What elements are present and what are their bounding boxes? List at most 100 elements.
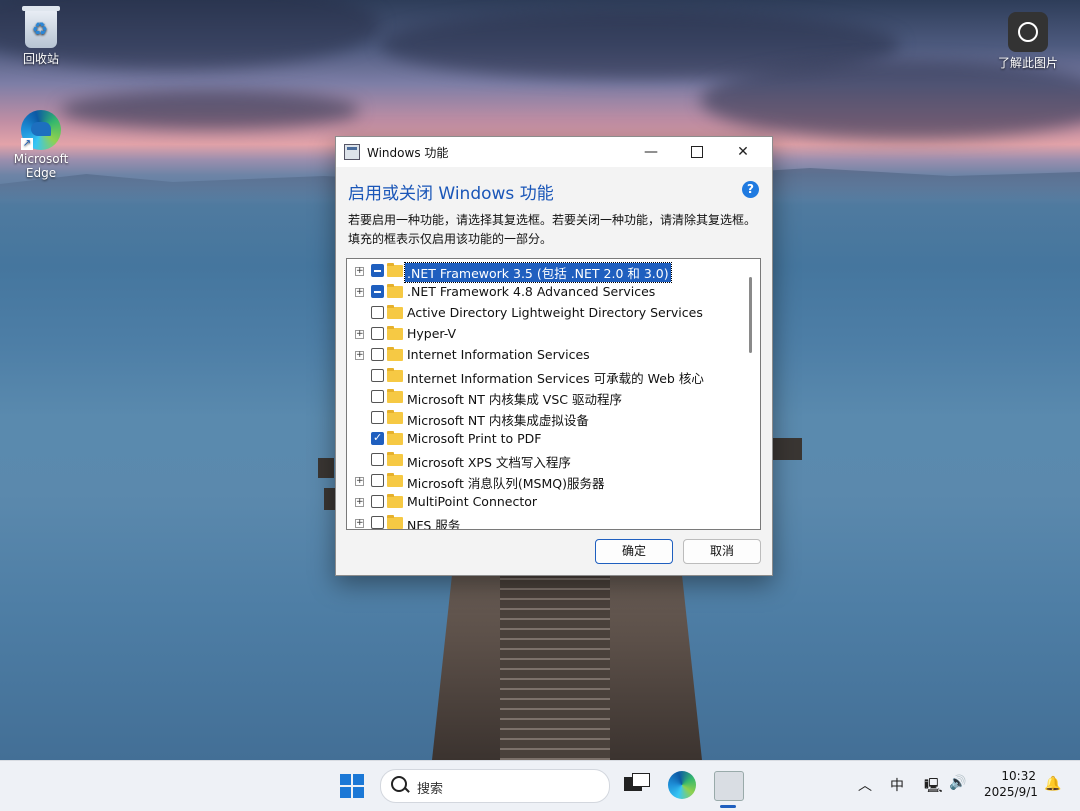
task-view-icon[interactable] (622, 771, 650, 799)
feature-row[interactable]: + Microsoft 消息队列(MSMQ)服务器 (347, 471, 745, 492)
cancel-button[interactable]: 取消 (683, 539, 761, 564)
feature-row[interactable]: Internet Information Services 可承载的 Web 核… (347, 366, 745, 387)
scrollbar-thumb[interactable] (749, 277, 752, 353)
learn-picture-icon (1008, 12, 1048, 52)
window-title: Windows 功能 (367, 146, 449, 160)
maximize-button[interactable] (674, 137, 720, 167)
cloud (60, 90, 360, 130)
feature-row[interactable]: Active Directory Lightweight Directory S… (347, 303, 745, 324)
feature-row[interactable]: Microsoft NT 内核集成 VSC 驱动程序 (347, 387, 745, 408)
clock-date: 2025/9/1 (984, 785, 1038, 799)
folder-icon (387, 389, 403, 403)
feature-row[interactable]: + Hyper-V (347, 324, 745, 345)
expand-icon[interactable]: + (355, 267, 364, 276)
windows-features-icon (344, 144, 360, 160)
feature-row[interactable]: + NFS 服务 (347, 513, 745, 530)
expand-icon[interactable]: + (355, 330, 364, 339)
title-bar[interactable]: Windows 功能 — ✕ (336, 137, 772, 167)
minimize-icon: — (644, 144, 658, 160)
feature-checkbox[interactable] (371, 369, 384, 382)
help-icon[interactable]: ? (742, 181, 759, 198)
folder-icon (387, 473, 403, 487)
feature-label: Active Directory Lightweight Directory S… (407, 305, 703, 320)
feature-checkbox[interactable] (371, 474, 384, 487)
feature-checkbox[interactable] (371, 516, 384, 529)
folder-icon (387, 263, 403, 277)
edge-icon: ↗ (21, 110, 61, 150)
feature-checkbox[interactable] (371, 285, 384, 298)
close-icon: ✕ (737, 144, 749, 160)
folder-icon (387, 494, 403, 508)
notification-icon[interactable]: 🔔 (1044, 776, 1061, 792)
desktop-icon-label: 了解此图片 (997, 56, 1058, 70)
volume-icon[interactable]: 🔊 (949, 775, 966, 791)
feature-checkbox[interactable] (371, 348, 384, 361)
folder-icon (387, 347, 403, 361)
pier-post (318, 458, 334, 478)
expand-icon[interactable]: + (355, 351, 364, 360)
input-method-indicator[interactable]: 中 (890, 775, 904, 795)
taskbar-search[interactable]: 搜索 (380, 769, 610, 803)
feature-checkbox[interactable] (371, 390, 384, 403)
show-hidden-icons-button[interactable]: ︿ (858, 775, 872, 795)
feature-label: Microsoft Print to PDF (407, 431, 542, 446)
search-icon (391, 776, 407, 792)
feature-row[interactable]: + .NET Framework 3.5 (包括 .NET 2.0 和 3.0) (347, 261, 745, 283)
active-app-indicator (720, 805, 736, 808)
feature-tree[interactable]: + .NET Framework 3.5 (包括 .NET 2.0 和 3.0) +… (346, 258, 761, 530)
feature-label: Microsoft XPS 文档写入程序 (407, 455, 571, 470)
folder-icon (387, 410, 403, 424)
ok-button[interactable]: 确定 (595, 539, 673, 564)
edge-taskbar-icon[interactable] (668, 771, 696, 799)
feature-row[interactable]: + .NET Framework 4.8 Advanced Services (347, 282, 745, 303)
feature-label: .NET Framework 3.5 (包括 .NET 2.0 和 3.0) (404, 262, 672, 283)
desktop-icon-label: Microsoft Edge (13, 152, 69, 180)
feature-row[interactable]: Microsoft Print to PDF (347, 429, 745, 450)
folder-icon (387, 431, 403, 445)
feature-label: Internet Information Services (407, 347, 590, 362)
feature-row[interactable]: + MultiPoint Connector (347, 492, 745, 513)
desktop-icon-learn-about-picture[interactable]: 了解此图片 (991, 12, 1065, 71)
windows-features-taskbar-icon[interactable] (714, 771, 744, 801)
feature-label: NFS 服务 (407, 518, 461, 530)
expand-icon[interactable]: + (355, 498, 364, 507)
feature-checkbox[interactable] (371, 264, 384, 277)
pier-planks (500, 570, 610, 760)
feature-row[interactable]: Microsoft XPS 文档写入程序 (347, 450, 745, 471)
expand-icon[interactable]: + (355, 288, 364, 297)
desktop-icon-edge[interactable]: ↗ Microsoft Edge (4, 110, 78, 180)
recycle-bin-icon: ♻ (22, 6, 60, 48)
feature-checkbox[interactable] (371, 495, 384, 508)
feature-label: Microsoft 消息队列(MSMQ)服务器 (407, 476, 605, 491)
windows-logo-icon (340, 787, 351, 798)
taskbar: 搜索 ︿ 中 🖳 🔊 10:32 2025/9/1 🔔 (0, 760, 1080, 811)
network-icon[interactable]: 🖳 (924, 775, 943, 799)
system-clock[interactable]: 10:32 2025/9/1 (984, 768, 1038, 800)
dialog-description: 若要启用一种功能，请选择其复选框。若要关闭一种功能，请清除其复选框。填充的框表示… (348, 213, 757, 246)
start-button[interactable] (340, 774, 364, 798)
close-button[interactable]: ✕ (720, 137, 766, 167)
minimize-button[interactable]: — (628, 137, 674, 167)
folder-icon (387, 452, 403, 466)
feature-checkbox[interactable] (371, 431, 384, 445)
feature-label: Hyper-V (407, 326, 457, 341)
folder-icon (387, 284, 403, 298)
maximize-icon (691, 146, 703, 158)
feature-label: Microsoft NT 内核集成虚拟设备 (407, 413, 589, 428)
feature-label: Internet Information Services 可承载的 Web 核… (407, 371, 704, 386)
windows-features-dialog: Windows 功能 — ✕ 启用或关闭 Windows 功能 ? 若要启用一种… (335, 136, 773, 576)
feature-row[interactable]: + Internet Information Services (347, 345, 745, 366)
feature-label: .NET Framework 4.8 Advanced Services (407, 284, 656, 299)
desktop-icon-recycle-bin[interactable]: ♻ 回收站 (4, 6, 78, 67)
feature-checkbox[interactable] (371, 306, 384, 319)
folder-icon (387, 305, 403, 319)
feature-checkbox[interactable] (371, 411, 384, 424)
feature-checkbox[interactable] (371, 453, 384, 466)
feature-checkbox[interactable] (371, 327, 384, 340)
expand-icon[interactable]: + (355, 519, 364, 528)
feature-row[interactable]: Microsoft NT 内核集成虚拟设备 (347, 408, 745, 429)
feature-label: MultiPoint Connector (407, 494, 538, 509)
folder-icon (387, 368, 403, 382)
pier-post (772, 438, 802, 460)
expand-icon[interactable]: + (355, 477, 364, 486)
